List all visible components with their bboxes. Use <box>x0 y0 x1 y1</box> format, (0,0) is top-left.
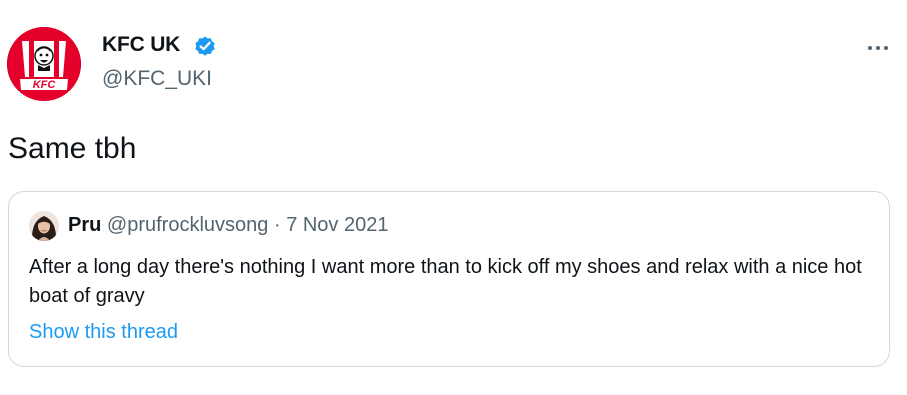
portrait-image <box>29 211 59 241</box>
quoted-tweet-header: Pru @prufrockluvsong · 7 Nov 2021 <box>68 214 388 237</box>
quoted-tweet-date[interactable]: 7 Nov 2021 <box>286 214 388 236</box>
more-dot <box>884 46 888 50</box>
tweet-text: Same tbh <box>8 132 137 165</box>
author-avatar[interactable]: KFC <box>7 27 81 101</box>
author-display-name[interactable]: KFC UK <box>102 33 180 57</box>
more-dot <box>868 46 872 50</box>
author-handle[interactable]: @KFC_UKI <box>102 67 212 91</box>
kfc-logo: KFC <box>7 27 81 101</box>
quoted-author-avatar[interactable] <box>29 211 59 241</box>
more-dot <box>876 46 880 50</box>
svg-text:KFC: KFC <box>33 79 57 91</box>
quoted-author-handle[interactable]: @prufrockluvsong <box>107 214 268 236</box>
quoted-author-name[interactable]: Pru <box>68 214 101 236</box>
quoted-tweet-card[interactable]: Pru @prufrockluvsong · 7 Nov 2021 After … <box>8 191 890 367</box>
more-options-icon[interactable] <box>858 36 898 60</box>
verified-badge-icon <box>195 36 215 56</box>
show-thread-link[interactable]: Show this thread <box>29 321 178 344</box>
meta-separator: · <box>273 214 281 236</box>
quoted-tweet-text: After a long day there's nothing I want … <box>29 256 862 307</box>
